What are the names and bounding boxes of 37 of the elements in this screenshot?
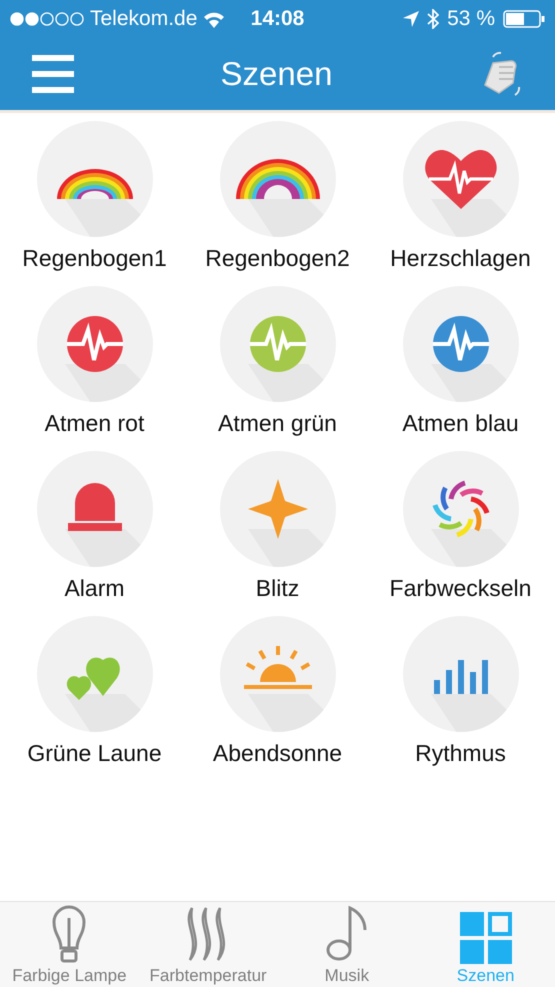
star-icon <box>248 479 308 539</box>
scene-label: Blitz <box>256 575 300 602</box>
light-bulb-icon <box>52 904 86 964</box>
grid-icon <box>460 912 512 964</box>
location-icon <box>403 11 420 27</box>
swirl-icon <box>432 480 489 538</box>
bluetooth-icon <box>427 9 440 29</box>
screen-title: Szenen <box>220 55 332 93</box>
tab[interactable]: Farbtemperatur <box>138 902 278 987</box>
wifi-icon <box>203 10 226 28</box>
tab[interactable]: Szenen <box>416 902 555 987</box>
scene-label: Grüne Laune <box>27 740 162 767</box>
hearts-icon <box>66 658 120 700</box>
heartbeat-icon <box>424 150 496 209</box>
rainbow-icon <box>56 169 132 199</box>
tab[interactable]: Musik <box>278 902 416 987</box>
scene-label: Alarm <box>64 575 125 602</box>
sunset-icon <box>244 646 312 689</box>
siren-icon <box>68 483 122 531</box>
scene-label: Atmen grün <box>218 410 337 437</box>
rainbow-icon <box>236 159 320 199</box>
signal-icon <box>10 12 84 26</box>
scene-label: Atmen blau <box>402 410 519 437</box>
scene-label: Atmen rot <box>44 410 144 437</box>
scene-label: Herzschlagen <box>390 245 531 272</box>
battery-icon <box>503 10 545 28</box>
scene-label: Regenbogen1 <box>22 245 167 272</box>
status-time: 14:08 <box>250 7 304 31</box>
scene-label: Regenbogen2 <box>205 245 350 272</box>
tab[interactable]: Farbige Lampe <box>0 902 139 987</box>
scene-label: Abendsonne <box>212 740 342 767</box>
menu-icon[interactable] <box>32 55 74 93</box>
scene-label: Rythmus <box>415 740 506 767</box>
battery-percent: 53 % <box>447 7 495 31</box>
scene-label: Farbweckseln <box>390 575 532 602</box>
bar-chart-icon <box>434 660 488 694</box>
carrier-name: Telekom.de <box>90 7 198 31</box>
